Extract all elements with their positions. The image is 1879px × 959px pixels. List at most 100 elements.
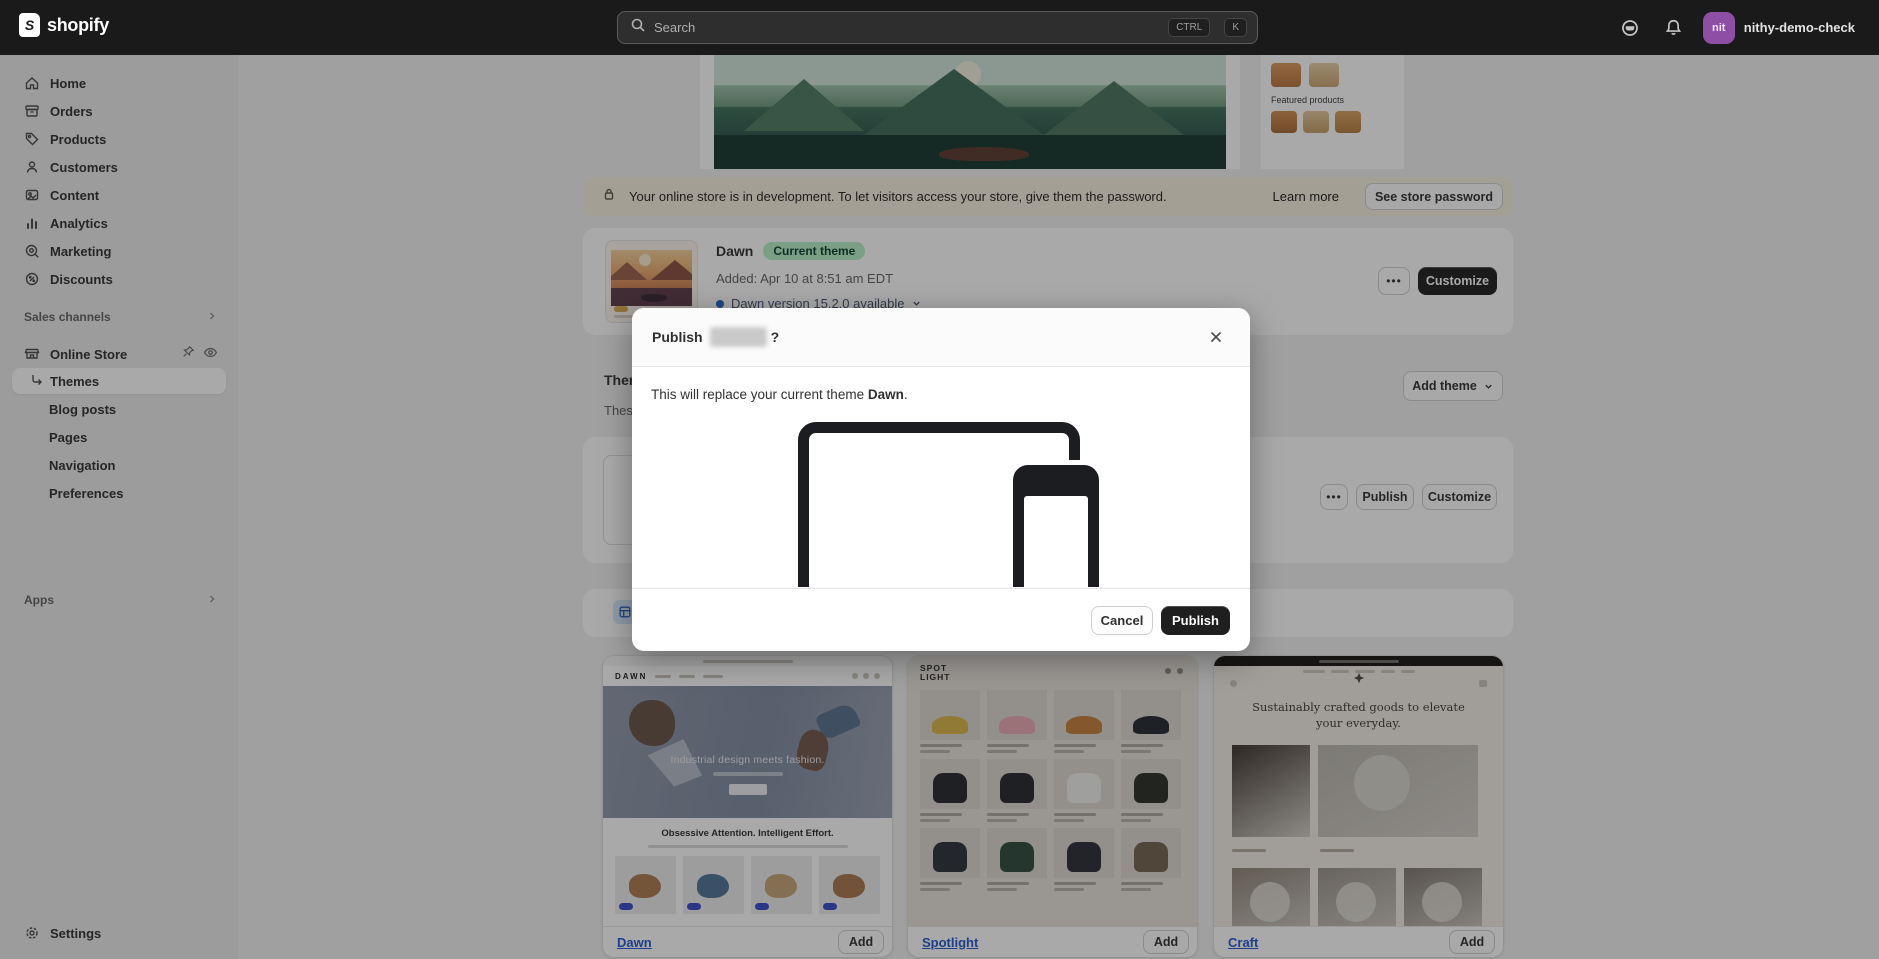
publish-theme-modal: Publish ? This will replace your current… bbox=[632, 308, 1250, 651]
analytics-icon bbox=[24, 215, 40, 231]
theme-actions-menu-button[interactable]: ••• bbox=[1378, 267, 1410, 295]
library-row-menu-button[interactable]: ••• bbox=[1320, 484, 1348, 510]
spotlight-product-tile bbox=[1054, 689, 1114, 753]
storefront-icon bbox=[24, 345, 40, 364]
corner-arrow-icon bbox=[28, 372, 44, 391]
shopify-logo: S shopify bbox=[19, 13, 109, 37]
spotlight-add-button[interactable]: Add bbox=[1143, 930, 1189, 954]
craft-photo bbox=[1404, 868, 1482, 928]
craft-photo bbox=[1318, 745, 1478, 838]
search-input[interactable]: Search CTRL K bbox=[617, 11, 1258, 44]
library-customize-button[interactable]: Customize bbox=[1422, 484, 1497, 510]
spotlight-product-tile bbox=[1121, 758, 1181, 822]
content-icon bbox=[24, 187, 40, 203]
sidebar-item-preferences[interactable]: Preferences bbox=[12, 480, 226, 506]
account-menu[interactable]: nit nithy-demo-check bbox=[1702, 11, 1855, 44]
discounts-icon bbox=[24, 271, 40, 287]
sidebar-item-orders[interactable]: Orders bbox=[12, 97, 226, 125]
sidebar-item-navigation[interactable]: Navigation bbox=[12, 452, 226, 478]
spotlight-product-tile bbox=[1121, 827, 1181, 891]
sidebar-item-pages[interactable]: Pages bbox=[12, 424, 226, 450]
store-name: nithy-demo-check bbox=[1743, 20, 1855, 35]
spotlight-product-tile bbox=[987, 827, 1047, 891]
search-placeholder: Search bbox=[654, 20, 696, 35]
sidebar-item-settings[interactable]: Settings bbox=[12, 919, 226, 947]
sidebar-item-discounts[interactable]: Discounts bbox=[12, 265, 226, 293]
sidebar-item-analytics[interactable]: Analytics bbox=[12, 209, 226, 237]
notifications-bell-icon[interactable] bbox=[1659, 13, 1689, 43]
chevron-right-icon bbox=[206, 593, 218, 608]
sales-channels-header[interactable]: Sales channels bbox=[12, 307, 226, 327]
spotlight-product-tile bbox=[920, 758, 980, 822]
sidebar-item-customers[interactable]: Customers bbox=[12, 153, 226, 181]
lock-icon bbox=[601, 186, 617, 207]
dawn-product-tile bbox=[615, 856, 676, 914]
sidebar-item-themes[interactable]: Themes bbox=[12, 368, 226, 394]
craft-card-preview: Sustainably crafted goods to elevate you… bbox=[1214, 656, 1503, 928]
shortcut-key-ctrl: CTRL bbox=[1168, 18, 1211, 37]
chevron-down-icon bbox=[1485, 384, 1492, 389]
sidebar-item-apps[interactable]: Apps bbox=[12, 590, 226, 610]
home-icon bbox=[24, 75, 40, 91]
spotlight-product-tile bbox=[1054, 758, 1114, 822]
theme-added-date: Added: Apr 10 at 8:51 am EDT bbox=[716, 271, 894, 286]
learn-more-link[interactable]: Learn more bbox=[1273, 189, 1339, 204]
redacted-theme-name bbox=[709, 327, 767, 347]
sidekick-icon[interactable] bbox=[1615, 13, 1645, 43]
sidebar: Home Orders Products Customers Content Analyt… bbox=[0, 55, 238, 959]
spotlight-product-tile bbox=[920, 689, 980, 753]
sidebar-item-products[interactable]: Products bbox=[12, 125, 226, 153]
marketing-icon bbox=[24, 243, 40, 259]
dawn-product-tile bbox=[819, 856, 880, 914]
craft-photo bbox=[1232, 745, 1310, 838]
customers-icon bbox=[24, 159, 40, 175]
spotlight-product-tile bbox=[987, 689, 1047, 753]
top-bar: S shopify Search CTRL K nit nithy-demo-c… bbox=[0, 0, 1879, 55]
dawn-product-tile bbox=[751, 856, 812, 914]
sidebar-item-content[interactable]: Content bbox=[12, 181, 226, 209]
shopify-wordmark: shopify bbox=[47, 14, 109, 35]
dawn-add-button[interactable]: Add bbox=[838, 930, 884, 954]
close-icon[interactable] bbox=[1202, 323, 1230, 351]
spotlight-product-tile bbox=[920, 827, 980, 891]
hero-landscape-illustration bbox=[714, 55, 1226, 169]
spotlight-card-preview: SPOT LIGHT bbox=[908, 656, 1197, 928]
avatar: nit bbox=[1702, 11, 1735, 44]
dev-banner-text: Your online store is in development. To … bbox=[629, 189, 1167, 204]
featured-products-label: Featured products bbox=[1271, 95, 1345, 105]
customize-button[interactable]: Customize bbox=[1418, 267, 1497, 295]
phone-illustration bbox=[1013, 465, 1099, 587]
theme-preview-hero-fragment bbox=[700, 55, 1240, 169]
craft-photo bbox=[1318, 868, 1396, 928]
orders-icon bbox=[24, 103, 40, 119]
see-store-password-button[interactable]: See store password bbox=[1365, 183, 1503, 210]
spotlight-product-tile bbox=[987, 758, 1047, 822]
add-theme-button[interactable]: Add theme bbox=[1403, 371, 1503, 401]
dawn-hero-image: Industrial design meets fashion. bbox=[603, 686, 892, 818]
cancel-button[interactable]: Cancel bbox=[1091, 605, 1153, 635]
spotlight-card-link[interactable]: Spotlight bbox=[922, 935, 978, 950]
dawn-card-preview: DAWN Industrial design meets fashion. Ob… bbox=[603, 656, 892, 928]
publish-button[interactable]: Publish bbox=[1161, 605, 1230, 635]
spotlight-product-tile bbox=[1121, 689, 1181, 753]
sidebar-item-home[interactable]: Home bbox=[12, 69, 226, 97]
pin-icon[interactable] bbox=[181, 345, 195, 363]
craft-photo bbox=[1232, 868, 1310, 928]
update-dot-icon bbox=[716, 299, 724, 308]
products-icon bbox=[24, 131, 40, 147]
sidebar-item-marketing[interactable]: Marketing bbox=[12, 237, 226, 265]
dawn-section-headline: Obsessive Attention. Intelligent Effort. bbox=[661, 828, 834, 839]
dawn-hero-headline: Industrial design meets fashion. bbox=[670, 754, 825, 766]
craft-add-button[interactable]: Add bbox=[1449, 930, 1495, 954]
dawn-card-link[interactable]: Dawn bbox=[617, 935, 652, 950]
sidebar-item-online-store[interactable]: Online Store bbox=[12, 340, 226, 368]
theme-card-spotlight: SPOT LIGHT Spotlight Add bbox=[907, 655, 1198, 958]
shortcut-key-k: K bbox=[1224, 18, 1247, 37]
sidebar-item-blog-posts[interactable]: Blog posts bbox=[12, 396, 226, 422]
craft-card-link[interactable]: Craft bbox=[1228, 935, 1258, 950]
craft-headline: Sustainably crafted goods to elevate you… bbox=[1252, 700, 1465, 730]
library-publish-button[interactable]: Publish bbox=[1356, 484, 1414, 510]
chevron-right-icon bbox=[206, 310, 218, 325]
eye-icon[interactable] bbox=[203, 345, 218, 363]
dawn-store-logo: DAWN bbox=[615, 671, 648, 681]
